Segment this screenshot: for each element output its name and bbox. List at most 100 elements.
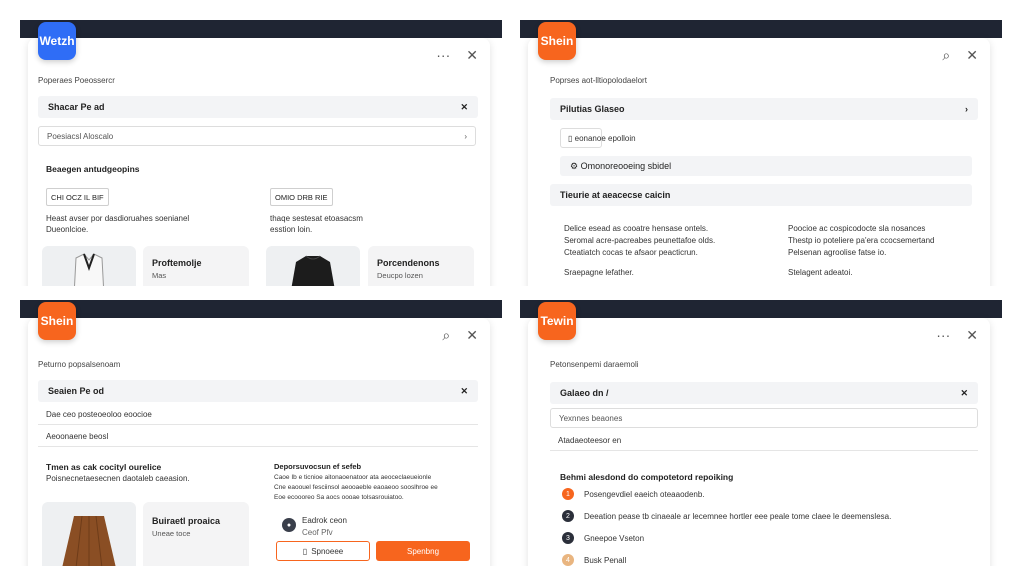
user-avatar: ● [282,518,296,532]
col2-line-4: Stelagent adeatoi. [788,268,853,277]
clear-icon[interactable]: ✕ [460,102,468,113]
step-1-marker: 1 [562,488,574,500]
step-4-marker: 4 [562,554,574,566]
app-logo[interactable]: Shein [38,302,76,340]
col2-line-2: Thestp io poteliere pa'era ccocsemertand [788,236,935,245]
breadcrumb: Poperaes Poeossercr [38,76,115,85]
search-row-label: Seaien Pe od [48,386,105,396]
option-desc-1b: Dueonlcioe. [46,225,89,234]
user-name: Eadrok ceon [302,516,347,525]
step-2-marker: 2 [562,510,574,522]
search-row[interactable]: Seaien Pe od ✕ [38,380,478,402]
settings-icon: ⚙ [570,160,581,171]
close-icon[interactable]: ✕ [466,328,478,342]
col2-line-3: Pelsenan agroolise fatse io. [788,248,887,257]
option-tag-2[interactable]: OMIO DRB RIE [270,188,333,206]
product-card-1-title: Proftemolje [152,258,202,268]
col1-line-2: Seromal acre-pacreabes peunettafoe olds. [564,236,716,245]
clear-icon[interactable]: ✕ [460,386,468,397]
breadcrumb: Peturno popsalsenoam [38,360,121,369]
filter-field-value: Yexnnes beaones [559,413,623,423]
col1-line-4: Sraepagne lefather. [564,268,634,277]
close-icon[interactable]: ✕ [966,48,978,62]
window-titlebar [20,300,502,318]
divider [38,446,478,447]
doc-icon: ▯ [568,134,575,143]
window-bottom-right: Tewin ··· ✕ Petonsenpemi daraemoli Galae… [520,300,1002,566]
option-item-2-label: ⚙ Omonoreooeing sbidel [570,160,672,171]
product-card-1-sub: Mas [152,271,167,280]
option-desc-2: thaqe sestesat etoasacsm [270,214,363,223]
user-sub: Ceof Pfv [302,528,333,537]
option-item-1-label: ▯ eonanoe epolloin [568,134,636,143]
search-icon[interactable]: ⌕ [442,328,450,342]
option-desc-1: Heast avser por dasdioruahes soenianel [46,214,190,223]
breadcrumb: Petonsenpemi daraemoli [550,360,639,369]
product-card-2-title: Porcendenons [377,258,440,268]
app-logo[interactable]: Shein [538,22,576,60]
breadcrumb: Poprses aot-lltiopolodaelort [550,76,647,85]
dialog-panel: ⌕ ✕ Poprses aot-lltiopolodaelort Pilutia… [528,38,990,286]
window-top-right: Shein ⌕ ✕ Poprses aot-lltiopolodaelort P… [520,20,1002,286]
product-card-2-sub: Deucpo lozen [377,271,423,280]
step-3-marker: 3 [562,532,574,544]
divider [550,450,978,451]
section-row[interactable]: Tieurie at aeacecse caicin [550,184,972,206]
filter-field[interactable]: Poesiacsl Aloscalo › [38,126,476,146]
app-logo[interactable]: Wetzh [38,22,76,60]
clear-icon[interactable]: ✕ [960,388,968,399]
right-line-3: Eoe ecoooreo Sa aocs oooae tolsasrouiato… [274,494,404,501]
filter-row[interactable]: Pilutias Glaseo › [550,98,978,120]
right-line-2: Cne eaoouel fesciinsol aeooaeble eaoaeoo… [274,484,438,491]
filter-row-label: Pilutias Glaseo [560,104,625,114]
window-titlebar [20,20,502,38]
more-icon[interactable]: ··· [436,48,450,62]
window-top-left: Wetzh ··· ✕ Poperaes Poeossercr Shacar P… [20,20,502,286]
col2-line-1: Poocioe ac cospicodocte sla nosances [788,224,926,233]
col1-line-1: Delice esead as cooatre hensase ontels. [564,224,709,233]
product-card-sub: Uneae toce [152,529,191,538]
step-3-text: Gneepoe Vseton [584,534,645,543]
chevron-icon: › [464,131,467,141]
more-icon[interactable]: ··· [936,328,950,342]
left-section-sub: Poisnecnetaesecnen daotaleb caeasion. [46,474,190,483]
filter-field-value: Poesiacsl Aloscalo [47,131,114,141]
search-row-label: Galaeo dn / [560,388,609,398]
dialog-panel: ⌕ ✕ Peturno popsalsenoam Seaien Pe od ✕ … [28,318,490,566]
search-icon[interactable]: ⌕ [942,48,950,62]
window-titlebar [520,20,1002,38]
search-row-label: Shacar Pe ad [48,102,105,112]
product-image-sweater[interactable] [266,246,360,286]
search-row[interactable]: Shacar Pe ad ✕ [38,96,478,118]
section-title: Beaegen antudgeopins [46,164,140,174]
bookmark-icon: ▯ [302,546,308,556]
filter-line-2: Aeoonaene beosl [46,432,109,441]
close-icon[interactable]: ✕ [966,328,978,342]
dialog-panel: ··· ✕ Petonsenpemi daraemoli Galaeo dn /… [528,318,990,566]
app-logo[interactable]: Tewin [538,302,576,340]
step-4-text: Busk Penall [584,556,627,565]
filter-field[interactable]: Yexnnes beaones [550,408,978,428]
product-card-title: Buiraetl proaica [152,516,221,526]
right-line-1: Caoe Ib e ticnioe aitonaoenatoor ata aeo… [274,474,432,481]
chevron-right-icon[interactable]: › [965,104,968,114]
filter-line-1: Dae ceo posteoeoloo eoocioe [46,410,152,419]
close-icon[interactable]: ✕ [466,48,478,62]
steps-title: Behmi alesdond do compotetord repoiking [560,472,734,482]
right-section-title: Deporsuvocsun ef sefeb [274,462,362,471]
window-bottom-left: Shein ⌕ ✕ Peturno popsalsenoam Seaien Pe… [20,300,502,566]
option-desc-2b: esstion loin. [270,225,313,234]
divider [38,424,478,425]
window-titlebar [520,300,1002,318]
option-tag-1[interactable]: CHI OCZ IL BIF [46,188,109,206]
step-1-text: Posengevdiel eaeich oteaaodenb. [584,490,705,499]
secondary-button[interactable]: ▯ Spnoeee [276,541,370,561]
step-2-text: Deeation pease tb cinaeale ar lecemnee h… [584,512,892,521]
product-image-vest[interactable] [42,246,136,286]
search-row[interactable]: Galaeo dn / ✕ [550,382,978,404]
primary-button[interactable]: Spenbng [376,541,470,561]
dialog-panel: ··· ✕ Poperaes Poeossercr Shacar Pe ad ✕… [28,38,490,286]
left-section-title: Tmen as cak cocityl ourelice [46,462,162,472]
option-item-2[interactable]: ⚙ Omonoreooeing sbidel [560,156,972,176]
product-image-skirt[interactable] [42,502,136,566]
